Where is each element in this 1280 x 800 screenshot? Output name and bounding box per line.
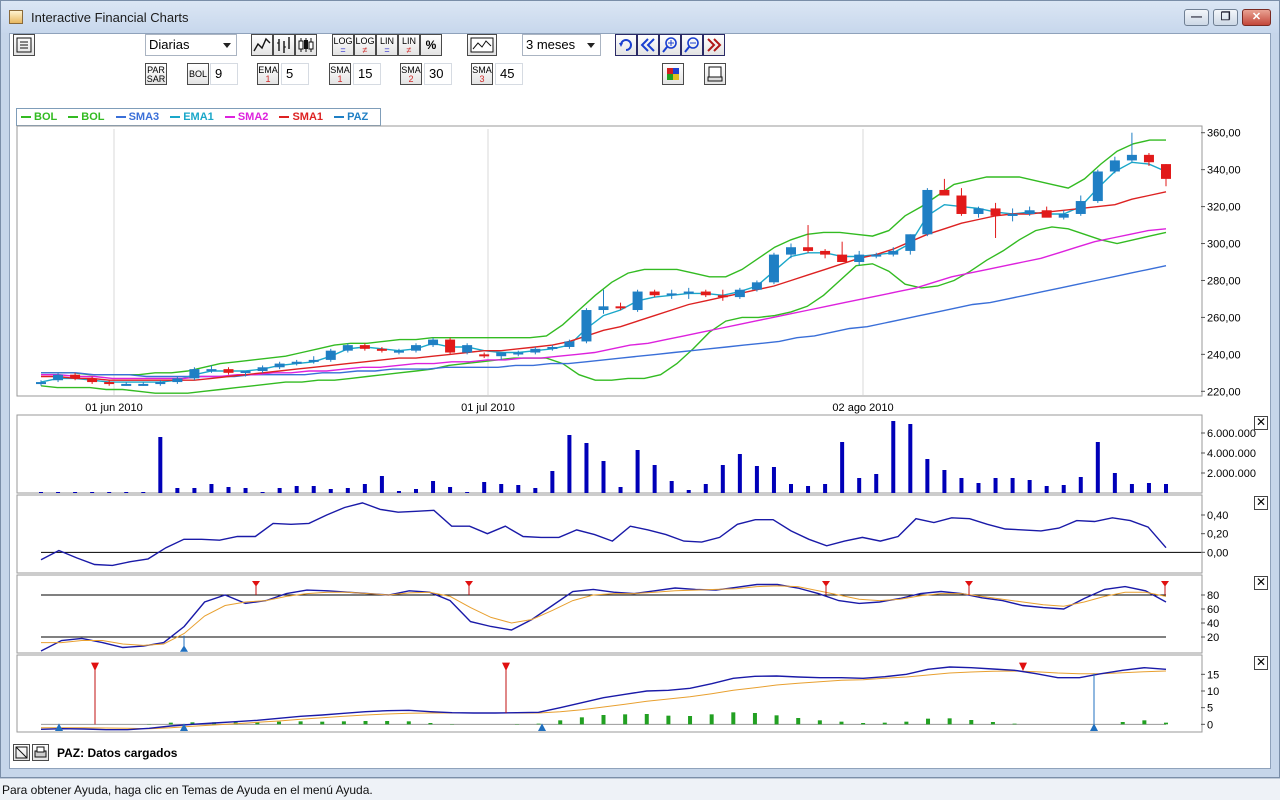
list-icon <box>16 37 32 53</box>
chart-legend: BOL BOL SMA3 EMA1 SMA2 SMA1 PAZ <box>16 108 382 126</box>
legend-item-paz: PAZ <box>334 111 368 123</box>
ema1-button[interactable]: EMA 1 <box>257 63 279 85</box>
period-select-value: Diarias <box>149 37 190 52</box>
par-sar-button[interactable]: PAR SAR <box>145 63 167 85</box>
ema1-period-input[interactable]: 5 <box>281 63 309 85</box>
lin-ne-button[interactable]: LIN ≠ <box>398 34 420 56</box>
expand-icon <box>15 746 28 759</box>
lin-eq-sign: = <box>384 45 390 55</box>
chevron-down-icon <box>223 43 231 48</box>
menu-button[interactable] <box>13 34 35 56</box>
sma1-index: 1 <box>337 74 343 84</box>
sma1-period-input[interactable]: 15 <box>353 63 381 85</box>
zoom-in-button[interactable] <box>659 34 681 56</box>
legend-item-bol-2: BOL <box>68 111 105 123</box>
print-button[interactable] <box>704 63 726 85</box>
legend-item-sma3: SMA3 <box>115 111 160 123</box>
close-icon: ✕ <box>1251 11 1262 23</box>
candlestick-button[interactable] <box>295 34 317 56</box>
log-ne-button[interactable]: LOG ≠ <box>354 34 376 56</box>
legend-item-bol-1: BOL <box>21 111 57 123</box>
sma2-index: 2 <box>408 74 414 84</box>
title-bar[interactable]: Interactive Financial Charts — ❐ ✕ <box>1 1 1279 33</box>
legend-label: PAZ <box>347 111 369 123</box>
picture-icon <box>470 37 494 53</box>
palette-icon <box>667 68 679 80</box>
legend-label: BOL <box>34 111 58 123</box>
bol-period-input[interactable]: 9 <box>210 63 238 85</box>
bop-panel-title: BOP - Balance Of Power(14) [0,0558] <box>18 495 192 509</box>
sma2-button[interactable]: SMA 2 <box>400 63 422 85</box>
close-bop-panel-button[interactable]: ✕ <box>1254 496 1268 510</box>
app-window: Interactive Financial Charts — ❐ ✕ Diari… <box>0 0 1280 778</box>
line-chart-button[interactable] <box>251 34 273 56</box>
close-volume-panel-button[interactable]: ✕ <box>1254 416 1268 430</box>
ema1-index: 1 <box>265 74 271 84</box>
close-button[interactable]: ✕ <box>1242 9 1271 26</box>
legend-label: SMA3 <box>128 111 160 123</box>
zoom-out-button[interactable] <box>681 34 703 56</box>
double-chevron-right-icon <box>707 38 722 52</box>
bol-button[interactable]: BOL <box>187 63 209 85</box>
lin-eq-button[interactable]: LIN = <box>376 34 398 56</box>
monitor-icon <box>707 66 723 82</box>
close-stochastic-panel-button[interactable]: ✕ <box>1254 576 1268 590</box>
chart-image-button[interactable] <box>467 34 497 56</box>
window-title: Interactive Financial Charts <box>31 10 189 25</box>
lin-ne-sign: ≠ <box>406 45 412 55</box>
forward-button[interactable] <box>703 34 725 56</box>
status-message: PAZ: Datos cargados <box>57 746 178 760</box>
log-eq-sign: = <box>340 45 346 55</box>
refresh-icon <box>619 39 632 51</box>
zoom-out-icon <box>684 37 699 53</box>
refresh-button[interactable] <box>615 34 637 56</box>
range-select-value: 3 meses <box>526 37 576 52</box>
line-chart-icon <box>253 37 271 52</box>
legend-item-ema1: EMA1 <box>170 111 214 123</box>
minimize-icon: — <box>1191 11 1202 23</box>
chevron-down-icon <box>587 43 595 48</box>
par-sar-label-bottom: SAR <box>146 74 166 84</box>
close-macd-panel-button[interactable]: ✕ <box>1254 656 1268 670</box>
maximize-button[interactable]: ❐ <box>1213 9 1238 26</box>
app-icon <box>9 10 23 24</box>
rewind-button[interactable] <box>637 34 659 56</box>
legend-label: EMA1 <box>183 111 214 123</box>
range-select[interactable]: 3 meses <box>522 34 601 56</box>
colors-button[interactable] <box>662 63 684 85</box>
status-bar: Para obtener Ayuda, haga clic en Temas d… <box>0 778 1280 800</box>
sma3-period-input[interactable]: 45 <box>495 63 523 85</box>
maximize-icon: ❐ <box>1220 11 1231 23</box>
sma3-index: 3 <box>479 74 485 84</box>
legend-label: SMA2 <box>237 111 269 123</box>
price-panel-title: PAZ [Open: 343,90 High: 343,00 Low: 331,… <box>18 126 329 140</box>
sma2-period-input[interactable]: 30 <box>424 63 452 85</box>
zoom-in-icon <box>662 37 677 53</box>
legend-item-sma1: SMA1 <box>279 111 323 123</box>
ohlc-bars-icon <box>277 37 290 53</box>
bar-chart-button[interactable] <box>273 34 295 56</box>
double-chevron-left-icon <box>640 38 655 52</box>
help-hint: Para obtener Ayuda, haga clic en Temas d… <box>2 783 373 797</box>
stochastic-panel-title: STS - Stochastic (15,3,5) [69,92] <box>18 575 170 589</box>
log-ne-sign: ≠ <box>362 45 368 55</box>
candlestick-icon <box>298 38 314 52</box>
legend-item-sma2: SMA2 <box>224 111 269 123</box>
log-eq-button[interactable]: LOG = <box>332 34 354 56</box>
minimize-button[interactable]: — <box>1184 9 1209 26</box>
sma1-button[interactable]: SMA 1 <box>329 63 351 85</box>
percent-button[interactable]: % <box>420 34 442 56</box>
legend-label: SMA1 <box>292 111 324 123</box>
sma3-button[interactable]: SMA 3 <box>471 63 493 85</box>
fit-button[interactable] <box>13 744 30 761</box>
print-small-button[interactable] <box>32 744 49 761</box>
macd-panel-title: MACD - Moving Average Conv. Div. (12,26,… <box>18 655 258 669</box>
period-select[interactable]: Diarias <box>145 34 237 56</box>
printer-icon <box>34 746 47 758</box>
volume-panel-title: VOL - Volume [922.415] <box>18 415 131 429</box>
legend-label: BOL <box>81 111 105 123</box>
